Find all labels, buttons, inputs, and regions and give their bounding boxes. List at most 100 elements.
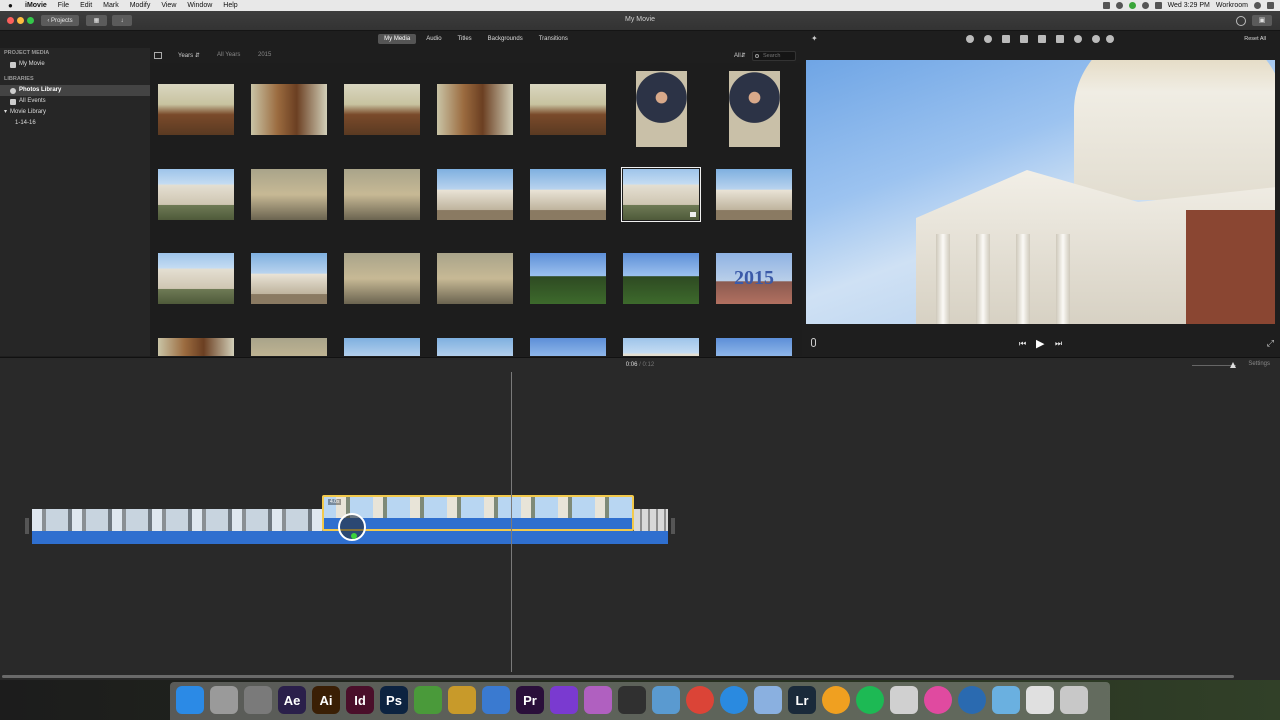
speed-icon[interactable] (1074, 35, 1082, 43)
wifi-icon[interactable] (1141, 2, 1149, 9)
notification-center-icon[interactable] (1267, 2, 1274, 9)
dock-photos-icon[interactable] (822, 686, 850, 714)
media-thumbnail[interactable] (158, 84, 234, 135)
fullscreen-button[interactable]: ▣ (1252, 15, 1272, 26)
media-thumbnail[interactable] (530, 338, 606, 356)
dock-app-tools-icon[interactable] (482, 686, 510, 714)
media-thumbnail[interactable] (716, 338, 792, 356)
years-dropdown[interactable]: Years ⇵ (178, 52, 200, 59)
zoom-window-button[interactable] (27, 17, 34, 24)
clip-filter-dropdown[interactable]: All⇵ (734, 52, 746, 59)
dock-launchpad-icon[interactable] (210, 686, 238, 714)
menu-window[interactable]: Window (187, 2, 212, 9)
media-thumbnail[interactable] (623, 253, 699, 304)
clip-filter-icon[interactable] (1092, 35, 1100, 43)
info-icon[interactable] (1106, 35, 1114, 43)
import-button[interactable]: ↓ (112, 15, 132, 26)
dock-after-effects-icon[interactable]: Ae (278, 686, 306, 714)
skip-back-icon[interactable]: ⏮ (1019, 339, 1026, 349)
dock-lightroom-icon[interactable]: Lr (788, 686, 816, 714)
close-window-button[interactable] (7, 17, 14, 24)
crop-icon[interactable] (1002, 35, 1010, 43)
media-thumbnail[interactable] (530, 169, 606, 220)
tab-transitions[interactable]: Transitions (533, 34, 574, 44)
record-icon[interactable] (1102, 2, 1110, 9)
dock-photoshop-icon[interactable]: Ps (380, 686, 408, 714)
stabilization-icon[interactable] (1020, 35, 1028, 43)
dock-motion-icon[interactable] (584, 686, 612, 714)
video-clip[interactable] (634, 509, 668, 531)
tab-audio[interactable]: Audio (420, 34, 447, 44)
status-icon[interactable] (1115, 2, 1123, 9)
dock-trash-icon[interactable] (1060, 686, 1088, 714)
sidebar-item-event[interactable]: 1-14-16 (0, 118, 150, 129)
all-years-link[interactable]: All Years (217, 52, 240, 58)
dock-indesign-icon[interactable]: Id (346, 686, 374, 714)
dock-app-pineapple-icon[interactable] (448, 686, 476, 714)
media-thumbnail[interactable] (251, 169, 327, 220)
media-thumbnail[interactable] (251, 84, 327, 135)
media-thumbnail[interactable] (251, 253, 327, 304)
dock-premiere-icon[interactable]: Pr (516, 686, 544, 714)
sidebar-item-my-movie[interactable]: My Movie (0, 59, 150, 70)
media-thumbnail[interactable] (158, 338, 234, 356)
clock[interactable]: Wed 3:29 PM (1168, 2, 1210, 9)
disclosure-triangle-icon[interactable]: ▾ (4, 107, 7, 118)
dock-finder-icon[interactable] (176, 686, 204, 714)
noise-reduction-icon[interactable] (1056, 35, 1064, 43)
projects-button[interactable]: ‹ Projects (41, 15, 79, 26)
dock-final-cut-icon[interactable] (618, 686, 646, 714)
menu-file[interactable]: File (58, 2, 69, 9)
user-name[interactable]: Workroom (1216, 2, 1248, 9)
media-thumbnail[interactable] (623, 338, 699, 356)
menu-view[interactable]: View (161, 2, 176, 9)
dock-app-hat-icon[interactable] (890, 686, 918, 714)
video-clip[interactable] (32, 509, 326, 531)
sidebar-item-all-events[interactable]: All Events (0, 96, 150, 107)
media-thumbnail[interactable] (251, 338, 327, 356)
media-thumbnail[interactable] (344, 253, 420, 304)
year-link[interactable]: 2015 (258, 52, 271, 58)
spotlight-icon[interactable] (1254, 2, 1261, 9)
media-thumbnail[interactable] (437, 253, 513, 304)
dock-app-q-icon[interactable] (958, 686, 986, 714)
battery-icon[interactable] (1154, 2, 1162, 9)
volume-icon[interactable] (1038, 35, 1046, 43)
dock-imovie-icon[interactable] (550, 686, 578, 714)
viewer-preview[interactable] (806, 60, 1275, 324)
menu-modify[interactable]: Modify (130, 2, 151, 9)
status-green-icon[interactable] (1128, 2, 1136, 9)
dock-chrome-icon[interactable] (686, 686, 714, 714)
dock-downloads-icon[interactable] (1026, 686, 1054, 714)
media-thumbnail[interactable] (530, 253, 606, 304)
apple-icon[interactable]: ● (8, 1, 16, 10)
timeline-start-handle[interactable] (25, 518, 29, 534)
tab-titles[interactable]: Titles (452, 34, 478, 44)
tab-my-media[interactable]: My Media (378, 34, 417, 44)
sidebar-toggle-icon[interactable] (154, 52, 162, 59)
reset-all-button[interactable]: Reset All (1244, 36, 1266, 42)
microphone-icon[interactable] (811, 338, 816, 347)
dock-itunes-icon[interactable] (924, 686, 952, 714)
media-thumbnail[interactable] (636, 71, 687, 147)
sidebar-item-photos-library[interactable]: Photos Library (0, 85, 150, 96)
media-thumbnail[interactable] (158, 169, 234, 220)
media-thumbnail[interactable] (437, 84, 513, 135)
expand-icon[interactable]: ⤢ (1267, 338, 1274, 349)
play-icon[interactable]: ▶ (1036, 337, 1044, 350)
share-button[interactable] (1236, 16, 1246, 26)
media-thumbnail[interactable] (729, 71, 780, 147)
timeline-end-handle[interactable] (671, 518, 675, 534)
minimize-window-button[interactable] (17, 17, 24, 24)
media-thumbnail-selected[interactable] (621, 167, 701, 222)
menu-app-name[interactable]: iMovie (25, 2, 47, 9)
menu-edit[interactable]: Edit (80, 2, 92, 9)
timeline[interactable]: 0:06 / 0:12 Settings 4.0s (0, 357, 1280, 680)
media-thumbnail[interactable] (344, 169, 420, 220)
media-thumbnail[interactable] (437, 169, 513, 220)
dock-app-feather-icon[interactable] (754, 686, 782, 714)
menu-help[interactable]: Help (223, 2, 237, 9)
color-correction-icon[interactable] (984, 35, 992, 43)
layout-button[interactable]: ▦ (86, 15, 107, 26)
dock-folder-icon[interactable] (992, 686, 1020, 714)
